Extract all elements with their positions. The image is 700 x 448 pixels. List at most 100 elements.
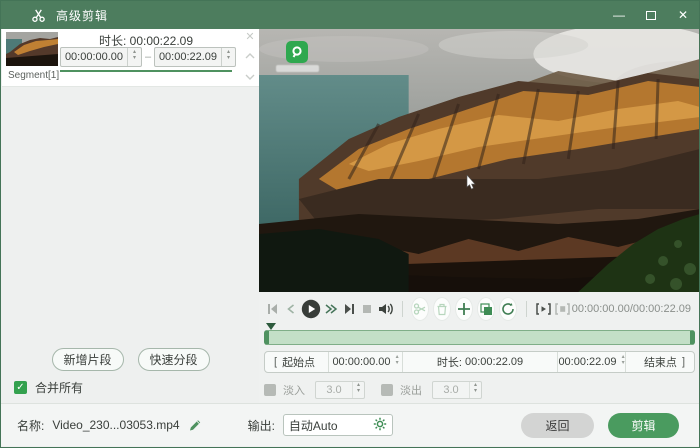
toolbar-separator: [525, 301, 527, 317]
trim-start-input[interactable]: 00:00:00.00 ▴ ▾: [329, 352, 403, 372]
merge-all-label: 合并所有: [35, 381, 84, 395]
quick-split-button[interactable]: 快速分段: [137, 348, 210, 371]
segment-start-input[interactable]: 00:00:00.00 ▴ ▾: [60, 47, 142, 67]
back-button[interactable]: 返回: [521, 412, 594, 438]
trim-start-stepper[interactable]: ▴ ▾: [396, 354, 399, 368]
segment-end-value: 00:00:22.09: [158, 51, 218, 63]
trim-end-stepper[interactable]: ▴ ▾: [622, 354, 625, 368]
segment-duration-value: 00:00:22.09: [129, 34, 194, 48]
set-end-point-button[interactable]: 结束点 ]: [626, 352, 694, 372]
skip-to-end-icon[interactable]: [341, 298, 357, 320]
fade-in-duration-input[interactable]: 3.0 ▴ ▾: [315, 381, 365, 399]
toolbar-separator: [401, 301, 403, 317]
fade-out-checkbox[interactable]: [381, 384, 393, 396]
fade-in-stepper[interactable]: ▴ ▾: [352, 382, 364, 398]
output-label: 输出:: [247, 418, 275, 433]
segment-duration-label: 时长:: [98, 34, 127, 48]
reset-icon[interactable]: [500, 298, 516, 320]
trim-duration: 时长: 00:00:22.09: [403, 352, 558, 372]
add-segment-icon[interactable]: [456, 298, 473, 320]
close-icon: ✕: [677, 8, 689, 22]
segment-end-stepper[interactable]: ▴ ▾: [221, 48, 235, 66]
fade-out-stepper[interactable]: ▴ ▾: [469, 382, 481, 398]
file-name-label: 名称:: [17, 418, 45, 433]
add-segment-button[interactable]: 新增片段: [51, 348, 124, 371]
timeline-range-bar[interactable]: [264, 330, 695, 345]
left-bracket-icon: [: [274, 356, 278, 368]
close-button[interactable]: ✕: [667, 1, 699, 29]
segment-list-empty-area: [2, 87, 259, 348]
timeline[interactable]: [264, 323, 695, 347]
rename-pencil-icon[interactable]: [188, 418, 202, 432]
window-title: 高级剪辑: [56, 8, 109, 23]
play-selection-icon[interactable]: [535, 298, 552, 320]
stop-selection-icon[interactable]: [554, 298, 571, 320]
step-forward-icon[interactable]: [323, 298, 339, 320]
cut-segment-icon[interactable]: [412, 298, 429, 320]
delete-segment-icon[interactable]: [434, 298, 451, 320]
move-down-icon[interactable]: [245, 67, 255, 85]
check-icon: ✓: [16, 382, 25, 393]
merge-all-row: ✓ 合并所有: [14, 379, 259, 396]
spinner-down-icon[interactable]: ▾: [227, 55, 230, 63]
trim-bar: [ 起始点 00:00:00.00 ▴ ▾ 时长: 00:00:22.09 00…: [264, 351, 695, 373]
playback-toolbar: 00:00:00.00/00:00:22.09: [264, 297, 695, 321]
titlebar: 高级剪辑 — ✕: [1, 1, 699, 29]
cut-button[interactable]: 剪辑: [608, 412, 679, 438]
maximize-icon: [646, 10, 656, 20]
segment-start-stepper[interactable]: ▴ ▾: [127, 48, 141, 66]
app-window: 高级剪辑 — ✕ 时长: 00:00:22.09 00:00:00.00 ▴ ▾…: [0, 0, 700, 448]
segment-list-item[interactable]: 时长: 00:00:22.09 00:00:00.00 ▴ ▾ – 00:00:…: [2, 29, 259, 87]
fade-controls: 淡入 3.0 ▴ ▾ 淡出 3.0 ▴ ▾: [264, 381, 695, 399]
remove-segment-icon[interactable]: ✕: [245, 32, 254, 43]
gear-icon[interactable]: [373, 417, 387, 434]
play-button[interactable]: [301, 298, 321, 320]
mouse-cursor: [466, 174, 478, 196]
end-point-label: 结束点: [643, 357, 677, 369]
fade-in-label: 淡入: [283, 385, 305, 397]
start-point-label: 起始点: [282, 357, 316, 369]
skip-to-start-icon[interactable]: [265, 298, 281, 320]
right-bracket-icon: ]: [681, 356, 685, 368]
window-controls: — ✕: [603, 1, 699, 29]
segment-panel: 时长: 00:00:22.09 00:00:00.00 ▴ ▾ – 00:00:…: [2, 29, 259, 406]
minimize-button[interactable]: —: [603, 1, 635, 29]
fade-out-duration-input[interactable]: 3.0 ▴ ▾: [432, 381, 482, 399]
video-preview[interactable]: [259, 29, 699, 292]
segment-item-actions: ✕: [245, 32, 255, 85]
output-format-value: 自动Auto: [288, 418, 338, 433]
file-name: Video_230...03053.mp4: [52, 418, 180, 432]
trim-end-input[interactable]: 00:00:22.09 ▴ ▾: [558, 352, 626, 372]
spinner-down-icon[interactable]: ▾: [357, 388, 360, 396]
playhead-marker[interactable]: [266, 323, 276, 330]
segment-name: Segment[1]: [8, 70, 60, 81]
set-start-point-button[interactable]: [ 起始点: [265, 352, 329, 372]
fade-in-value: 3.0: [326, 384, 342, 396]
video-frame-mountains: [259, 29, 699, 292]
footer-bar: 名称: Video_230...03053.mp4 输出: 自动Auto 返回 …: [1, 403, 699, 446]
fade-out-label: 淡出: [400, 385, 422, 397]
fade-in-checkbox[interactable]: [264, 384, 276, 396]
scissors-logo-icon: [31, 8, 46, 23]
spinner-down-icon[interactable]: ▾: [474, 388, 477, 396]
move-up-icon[interactable]: [245, 46, 255, 64]
spinner-down-icon[interactable]: ▾: [133, 55, 136, 63]
trim-duration-value: 00:00:22.09: [465, 356, 524, 368]
maximize-button[interactable]: [635, 1, 667, 29]
segment-end-input[interactable]: 00:00:22.09 ▴ ▾: [154, 47, 236, 67]
watermark-caption: [276, 65, 319, 72]
trim-start-value: 00:00:00.00: [332, 356, 391, 368]
spinner-down-icon[interactable]: ▾: [396, 360, 399, 368]
merge-all-checkbox[interactable]: ✓: [14, 381, 27, 394]
segment-thumbnail[interactable]: [6, 32, 58, 66]
output-format-select[interactable]: 自动Auto: [282, 414, 393, 436]
player-controls: 00:00:00.00/00:00:22.09 [ 起始点 00:00:00.0…: [259, 292, 699, 406]
volume-icon[interactable]: [377, 298, 394, 320]
time-display: 00:00:00.00/00:00:22.09: [571, 303, 691, 315]
spinner-down-icon[interactable]: ▾: [622, 360, 625, 368]
copy-segment-icon[interactable]: [478, 298, 495, 320]
range-separator: –: [144, 51, 152, 63]
step-back-icon[interactable]: [283, 298, 299, 320]
stop-icon[interactable]: [359, 298, 375, 320]
trim-end-value: 00:00:22.09: [558, 356, 617, 368]
